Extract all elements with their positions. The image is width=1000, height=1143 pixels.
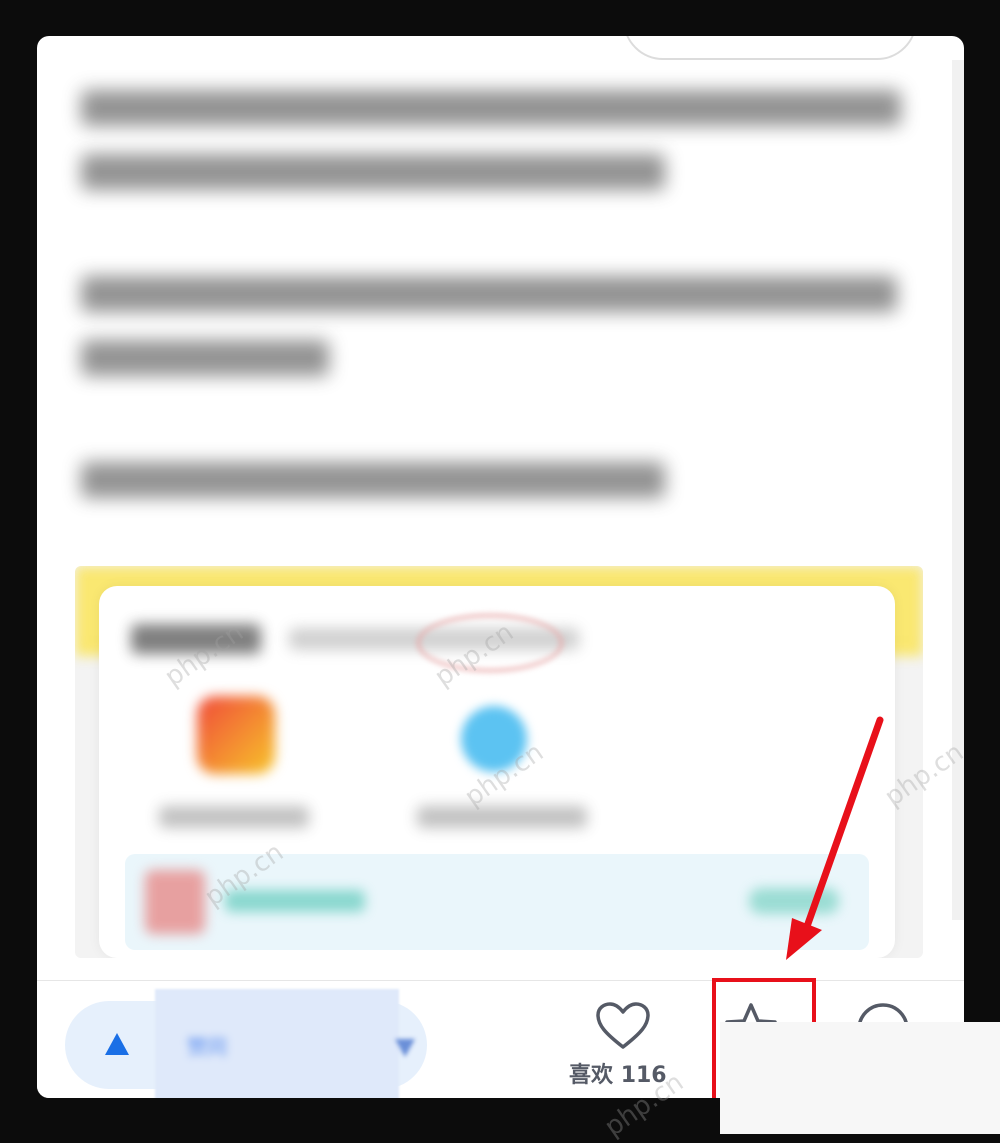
pointer-arrow bbox=[786, 716, 884, 960]
